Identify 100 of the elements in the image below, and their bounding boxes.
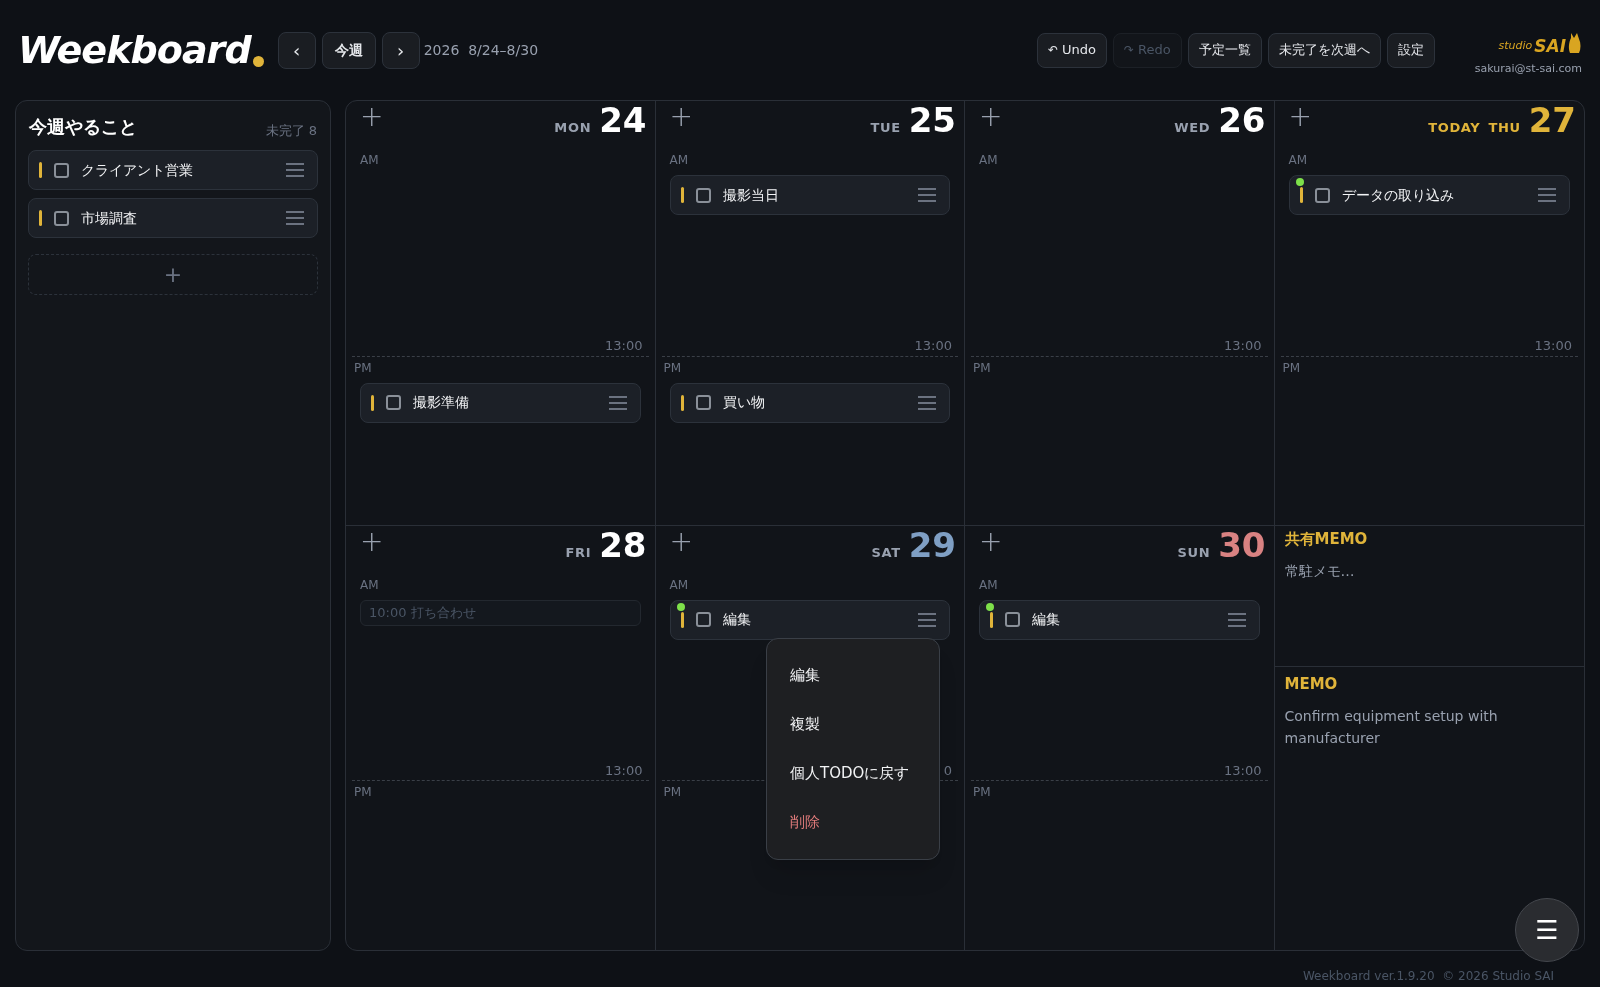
task-card[interactable]: クライアント営業 (28, 150, 318, 190)
memo-title: MEMO (1284, 673, 1339, 695)
menu-item[interactable]: 削除 (767, 797, 939, 847)
am-label: AM (1288, 152, 1309, 169)
time-divider-label: 13:00 (1224, 761, 1262, 780)
toolbar-icon-glyph: ↶ (1047, 42, 1058, 59)
menu-item[interactable]: 個人TODOに戻す (767, 748, 939, 798)
add-item-button[interactable]: + (979, 527, 1003, 556)
add-item-button[interactable]: + (360, 103, 384, 131)
this-week-button[interactable]: 今週 (321, 31, 376, 69)
time-divider-label: 13:00 (1534, 337, 1572, 355)
brand-name: SAI (1534, 37, 1566, 55)
am-label: AM (360, 576, 380, 594)
pm-label: PM (663, 784, 683, 801)
toolbar-button[interactable]: 設定 (1386, 32, 1435, 68)
weekday-label: MON (554, 119, 592, 137)
previous-week-button[interactable]: ‹ (277, 31, 316, 69)
checkbox[interactable] (695, 395, 711, 410)
am-label: AM (360, 152, 380, 169)
priority-bar (680, 611, 684, 628)
menu-item[interactable]: 編集 (767, 650, 939, 700)
checkbox[interactable] (695, 187, 711, 203)
time-divider-label: 13:00 (1224, 337, 1262, 355)
brand-text: studio (1498, 38, 1533, 55)
weekday-label: WED (1174, 119, 1211, 137)
task-card[interactable]: データの取り込み (1288, 175, 1570, 215)
task-label: クライアント営業 (81, 160, 194, 180)
am-label: AM (979, 576, 999, 594)
weekday-label: FRI (565, 543, 592, 562)
user-email: sakurai@st-sai.com (1474, 60, 1582, 77)
priority-bar (680, 187, 684, 203)
time-divider-label: 13:00 (605, 337, 643, 355)
memo-text[interactable]: Confirm equipment setup with manufacturer (1284, 705, 1574, 749)
task-card[interactable]: 買い物 (669, 382, 950, 423)
weekday-label: SAT (871, 543, 901, 562)
priority-bar (39, 162, 42, 178)
date-range: 2026 8/24–8/30 (423, 40, 539, 60)
task-card[interactable]: 市場調査 (28, 198, 318, 238)
task-label: 買い物 (722, 393, 766, 412)
button-label: Undo (1062, 41, 1096, 60)
pm-label: PM (354, 359, 373, 377)
weekday-label: TUE (870, 119, 901, 137)
add-item-button[interactable]: + (360, 527, 384, 556)
drag-handle-icon (607, 394, 628, 411)
checkbox[interactable] (1314, 187, 1330, 203)
button-label: Redo (1138, 41, 1171, 60)
drag-handle-icon (1226, 611, 1247, 628)
add-item-button[interactable]: + (979, 103, 1003, 131)
task-label: 編集 (722, 610, 752, 629)
add-task-button[interactable]: + (28, 254, 318, 295)
toolbar-button[interactable]: 予定一覧 (1187, 32, 1262, 68)
task-label: 編集 (1032, 610, 1061, 629)
day-number: 28 (599, 527, 647, 562)
time-divider-label: 13:00 (605, 761, 643, 780)
today-label: TODAY (1428, 119, 1481, 137)
day-number: 25 (908, 103, 956, 137)
button-label: 未完了を次週へ (1278, 41, 1370, 60)
checkbox[interactable] (386, 395, 401, 410)
pm-label: PM (973, 359, 992, 377)
am-label: AM (979, 152, 999, 169)
memo-title: 共有MEMO (1284, 528, 1369, 550)
am-label: AM (669, 576, 690, 594)
task-card[interactable]: 編集 (979, 599, 1260, 640)
button-label: 設定 (1397, 41, 1424, 60)
task-label: 撮影準備 (413, 393, 470, 412)
toolbar-button[interactable]: 未完了を次週へ (1267, 32, 1381, 68)
day-number: 30 (1218, 527, 1266, 562)
task-card[interactable]: 撮影当日 (669, 175, 950, 215)
task-label: 撮影当日 (722, 185, 780, 205)
checkbox[interactable] (695, 612, 711, 627)
time-divider-label: 13:00 (914, 337, 952, 355)
incomplete-count: 未完了 8 (265, 121, 317, 140)
task-card[interactable]: 編集 (669, 599, 950, 640)
drag-handle-icon (285, 162, 305, 178)
add-item-button[interactable]: + (1288, 103, 1312, 131)
sidebar-title: 今週やること (29, 115, 137, 139)
toolbar-icon-glyph: ↷ (1123, 42, 1134, 59)
task-label: データの取り込み (1341, 185, 1455, 205)
add-item-button[interactable]: + (669, 103, 693, 131)
checkbox[interactable] (1005, 612, 1020, 627)
checkbox[interactable] (54, 210, 69, 226)
priority-bar (1299, 187, 1303, 203)
checkbox[interactable] (54, 162, 69, 178)
drag-handle-icon (917, 394, 937, 411)
time-divider-label: 0 (943, 761, 952, 780)
pm-label: PM (1282, 359, 1302, 377)
app-logo: Weekboard (18, 31, 251, 69)
next-week-button[interactable]: › (381, 31, 420, 69)
footer-text: Weekboard ver.1.9.20 © 2026 Studio SAI (1302, 968, 1554, 985)
toolbar-button[interactable]: ↶ Undo (1036, 32, 1107, 68)
pm-label: PM (663, 359, 683, 377)
menu-item[interactable]: 複製 (767, 699, 939, 749)
memo-text[interactable]: 常駐メモ… (1284, 560, 1574, 582)
weekday-label: THU (1488, 119, 1521, 137)
add-item-button[interactable]: + (669, 527, 693, 556)
task-card[interactable]: 撮影準備 (360, 382, 641, 423)
pm-label: PM (973, 784, 992, 801)
am-label: AM (669, 152, 690, 169)
day-number: 27 (1528, 103, 1576, 137)
priority-bar (39, 210, 42, 226)
